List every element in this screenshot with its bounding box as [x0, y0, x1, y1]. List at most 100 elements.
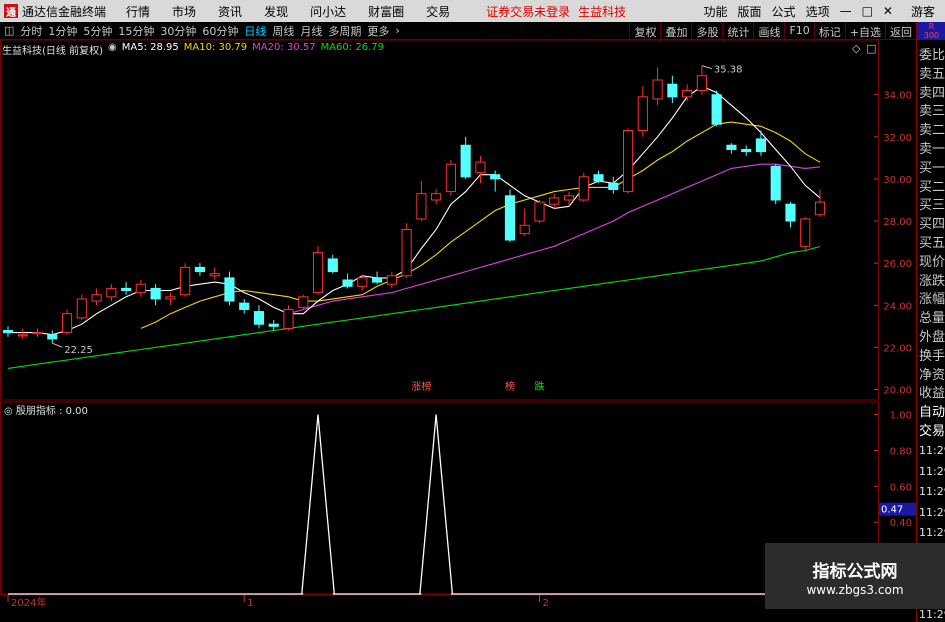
sidebar-quote-item[interactable]: 自动: [919, 401, 945, 420]
candle: [770, 164, 781, 205]
candle: [814, 189, 826, 217]
kline-chart[interactable]: 34.00 32.00 30.00 28.00 26.00 24.00 22.00 20.00…: [0, 22, 916, 609]
close-panel-icon: □: [866, 42, 876, 55]
candle: [61, 309, 73, 335]
sidebar-quote-item[interactable]: 交易: [919, 420, 945, 439]
candle-body: [253, 311, 265, 325]
candle-body: [593, 174, 604, 182]
candle-body: [578, 176, 589, 201]
date-tick-label: 1: [247, 598, 253, 609]
maximize-icon[interactable]: □: [862, 4, 873, 18]
candle-body: [165, 296, 176, 300]
candle: [593, 170, 604, 184]
title-bar: 通 通达信金融终端 行情 市场 资讯 发现 问小达 财富圈 交易 证券交易未登录…: [0, 0, 945, 22]
minimize-icon[interactable]: —: [840, 4, 852, 18]
candle: [239, 298, 250, 314]
sidebar-trade-time: 11:29: [919, 526, 945, 539]
candle-body: [460, 144, 471, 178]
menu-trade[interactable]: 交易: [426, 3, 450, 20]
candle-body: [770, 165, 781, 201]
sidebar-quote-item: 卖四: [919, 85, 945, 101]
price-tick-label: 34.00: [883, 91, 912, 102]
signal-label: 榜: [505, 380, 515, 393]
candle: [150, 284, 161, 306]
price-tick-label: 24.00: [883, 301, 912, 312]
low-pointer: [52, 342, 63, 348]
sidebar-quote-item: 买五: [919, 236, 945, 251]
candle: [652, 67, 663, 106]
candle-body: [312, 252, 324, 294]
menu-wealth[interactable]: 财富圈: [368, 3, 404, 20]
candle: [578, 172, 589, 203]
candle: [622, 128, 634, 194]
candle-body: [209, 273, 220, 277]
login-notice[interactable]: 证券交易未登录: [486, 3, 570, 20]
candle: [17, 328, 28, 339]
menu-options[interactable]: 选项: [806, 3, 830, 20]
menu-formula[interactable]: 公式: [772, 3, 796, 20]
candle: [682, 84, 693, 102]
candle: [327, 254, 338, 274]
candle-body: [135, 283, 146, 294]
candle-body: [386, 275, 397, 285]
menu-discover[interactable]: 发现: [264, 3, 288, 20]
candle-body: [401, 228, 412, 277]
date-tick-label: 2: [542, 598, 548, 609]
sidebar-badge[interactable]: R 300: [917, 22, 945, 40]
candle-body: [121, 287, 132, 292]
candle: [431, 189, 442, 205]
badge-bottom: 300: [923, 31, 940, 40]
sidebar-quote-item: 委比: [919, 48, 945, 63]
sidebar-quote-item: 换手: [919, 348, 945, 364]
watermark-title: 指标公式网: [812, 562, 898, 582]
candle: [416, 181, 427, 222]
candle-body: [106, 287, 117, 298]
menu-ask[interactable]: 问小达: [310, 3, 346, 20]
candle: [253, 305, 265, 329]
sidebar-quote-item: 涨幅: [919, 292, 945, 308]
sub-tick-label: 1.00: [890, 411, 912, 422]
low-price-label: 22.25: [64, 345, 93, 356]
watermark-url: www.zbgs3.com: [806, 583, 904, 597]
candle: [445, 160, 456, 196]
candle: [504, 189, 516, 243]
candle-body: [342, 279, 353, 287]
sidebar-quote-item: 买三: [919, 198, 945, 214]
candle-body: [357, 277, 368, 287]
candle: [283, 305, 294, 331]
signal-label: 涨榜: [411, 380, 431, 393]
candle: [401, 223, 412, 278]
menu-news[interactable]: 资讯: [218, 3, 242, 20]
candle-body: [504, 195, 516, 241]
candle-body: [814, 201, 826, 216]
expand-icon: ◇: [852, 42, 861, 55]
candle: [667, 75, 678, 104]
candle: [519, 208, 530, 236]
sidebar-quote-item: 现价: [919, 254, 945, 270]
candle-body: [608, 182, 619, 190]
candle-body: [61, 313, 73, 334]
sub-tick-label: 0.40: [890, 518, 912, 529]
user-label[interactable]: 游客: [911, 3, 935, 20]
sidebar-trade-time: 11:29: [919, 444, 945, 457]
candle-body: [180, 266, 191, 296]
candle: [209, 267, 220, 280]
candle: [135, 280, 146, 297]
candle: [91, 288, 102, 306]
candle: [194, 263, 206, 276]
candle-body: [755, 138, 767, 153]
menu-market[interactable]: 市场: [172, 3, 196, 20]
high-price-label: 35.38: [714, 65, 743, 76]
sub-indicator-line: [8, 414, 820, 595]
price-tick-label: 22.00: [883, 343, 912, 354]
close-icon[interactable]: ✕: [883, 4, 893, 18]
menu-layout[interactable]: 版面: [738, 3, 762, 20]
main-chart-frame: [0, 39, 879, 401]
candle-body: [239, 302, 250, 310]
candle-body: [327, 258, 338, 273]
app-name: 通达信金融终端: [22, 4, 107, 19]
menu-quotes[interactable]: 行情: [126, 3, 150, 20]
candle-body: [268, 323, 279, 327]
menu-function[interactable]: 功能: [704, 3, 728, 20]
candle-body: [622, 130, 634, 193]
